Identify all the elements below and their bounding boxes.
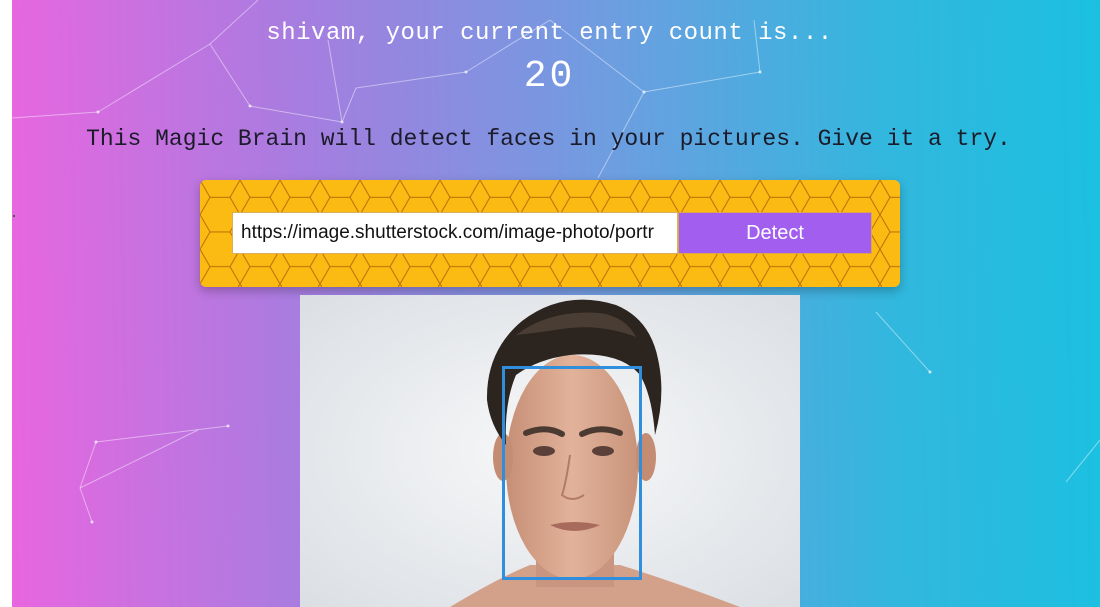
image-url-form: Detect [200,180,900,287]
greeting-text: shivam, your current entry count is... [266,20,833,47]
result-photo [300,295,800,607]
face-bounding-box [502,366,642,580]
detect-button[interactable]: Detect [678,212,872,254]
stray-dot [13,215,15,217]
image-url-input[interactable] [232,212,678,254]
app-background: shivam, your current entry count is... 2… [12,0,1100,607]
entry-count: 20 [523,55,576,98]
tagline: This Magic Brain will detect faces in yo… [86,126,1011,152]
